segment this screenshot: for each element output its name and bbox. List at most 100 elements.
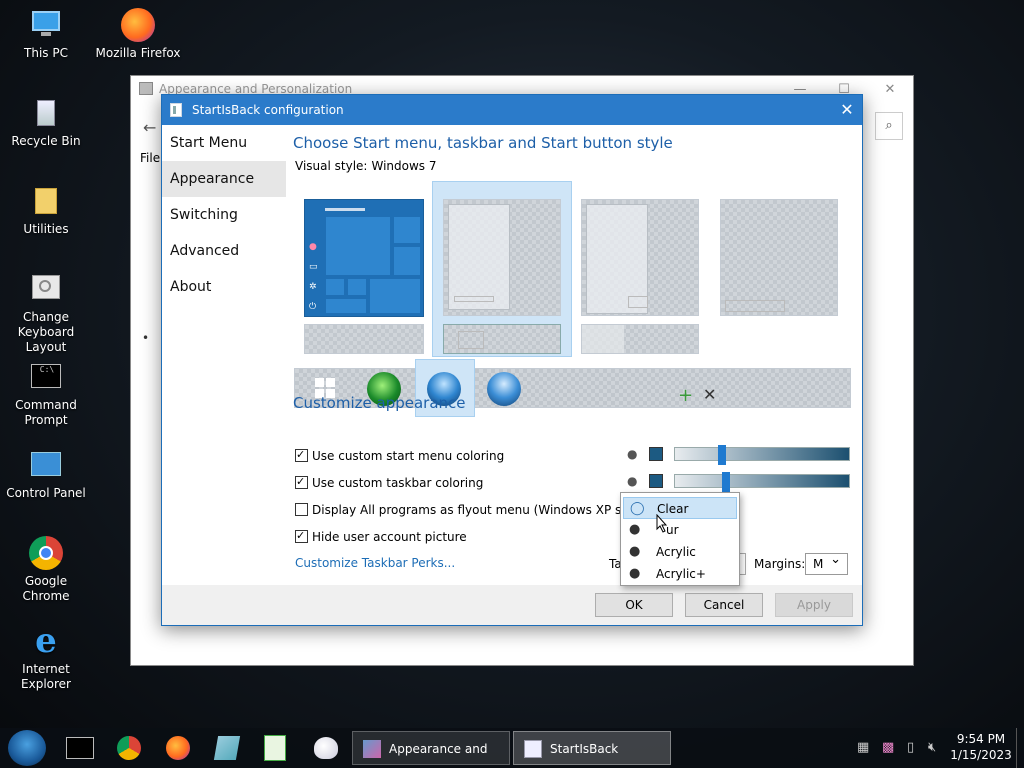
add-icon[interactable]: + <box>678 385 693 406</box>
dialog-nav: Start Menu Appearance Switching Advanced… <box>162 125 286 585</box>
style-heading: Choose Start menu, taskbar and Start but… <box>293 134 673 152</box>
dialog-button-bar: OK Cancel Apply <box>162 585 862 625</box>
taskbar-notepad-icon[interactable] <box>213 736 241 760</box>
start-button[interactable] <box>8 730 46 766</box>
nav-start-menu[interactable]: Start Menu <box>162 125 286 161</box>
desktop-icon-google-chrome[interactable]: Google Chrome <box>0 536 92 604</box>
custom-start-menu-coloring-checkbox[interactable]: Use custom start menu coloring <box>295 448 504 465</box>
firefox-icon <box>121 8 155 42</box>
visual-style: Visual style: Windows 7 <box>295 159 437 173</box>
style-thumb-windows7[interactable] <box>443 199 561 316</box>
nav-switching[interactable]: Switching <box>162 197 286 233</box>
network-tray-icon[interactable]: ▦ <box>857 740 869 755</box>
drop-outline-icon: ◯ <box>630 501 645 516</box>
taskbar-chrome-icon[interactable] <box>117 736 141 760</box>
dialog-title-bar: StartIsBack configuration ✕ <box>162 95 862 125</box>
taskbar-opacity-thumb[interactable] <box>722 472 730 492</box>
flyout-all-programs-checkbox[interactable]: Display All programs as flyout menu (Win… <box>295 503 648 519</box>
taskbar-firefox-icon[interactable] <box>166 736 190 760</box>
taskbar-style-3[interactable] <box>581 324 699 354</box>
taskbar-style-1[interactable] <box>304 324 424 354</box>
taskbar-task-appearance[interactable]: Appearance and Pe... <box>352 731 510 765</box>
folder-icon <box>29 184 63 218</box>
taskbar: Appearance and Pe... StartIsBack configu… <box>0 728 1024 768</box>
taskbar-spreadsheet-icon[interactable] <box>264 735 286 761</box>
dialog-title: StartIsBack configuration <box>192 103 344 117</box>
style-thumb-windows10[interactable]: ● ▭ ✲ ⏻ <box>304 199 424 317</box>
usb-tray-icon[interactable]: ▯ <box>907 740 914 755</box>
back-arrow-icon[interactable]: ← <box>143 118 156 137</box>
file-menu[interactable]: File <box>140 151 160 165</box>
customize-heading: Customize appearance <box>293 394 466 412</box>
desktop-icon-utilities[interactable]: Utilities <box>0 184 92 237</box>
menu-item-blur[interactable]: ● ur <box>623 519 737 541</box>
start-menu-opacity-thumb[interactable] <box>718 445 726 465</box>
user-icon: ● <box>309 242 317 252</box>
search-icon[interactable]: ⌕ <box>875 112 903 140</box>
dialog-close-button[interactable]: ✕ <box>832 95 862 125</box>
taskbar-paint-icon[interactable] <box>314 737 338 759</box>
show-desktop-button[interactable] <box>1016 728 1024 768</box>
desktop-icon-command-prompt[interactable]: C:\ Command Prompt <box>0 360 92 428</box>
checkbox-box[interactable] <box>295 529 308 543</box>
checkbox-box[interactable] <box>295 475 308 489</box>
drop-filled-icon: ● <box>629 544 641 559</box>
customize-taskbar-perks-link[interactable]: Customize Taskbar Perks... <box>295 556 455 570</box>
menu-item-acrylic-plus[interactable]: ● Acrylic+ <box>623 563 737 585</box>
color-tray-icon[interactable]: ▩ <box>882 740 894 755</box>
start-menu-opacity-slider[interactable] <box>674 445 850 465</box>
taskbar-transparency-icon[interactable]: ● <box>627 474 637 488</box>
desktop-icon-internet-explorer[interactable]: e Internet Explorer <box>0 624 92 692</box>
gear-icon: ✲ <box>309 282 317 292</box>
nav-advanced[interactable]: Advanced <box>162 233 286 269</box>
drop-filled-icon: ● <box>629 522 641 537</box>
nav-appearance[interactable]: Appearance <box>162 161 286 197</box>
windows-orb-start-button[interactable] <box>487 372 521 406</box>
taskbar-task-startisback[interactable]: StartIsBack configu... <box>513 731 671 765</box>
taskbar-command-prompt-icon[interactable] <box>66 737 94 759</box>
startisback-icon <box>170 103 182 117</box>
menu-item-clear[interactable]: ◯ Clear <box>623 497 737 519</box>
nav-about[interactable]: About <box>162 269 286 305</box>
chrome-icon <box>29 536 63 570</box>
taskbar-opacity-slider[interactable] <box>674 472 850 492</box>
hide-user-picture-checkbox[interactable]: Hide user account picture <box>295 529 467 546</box>
keyboard-layout-icon <box>29 272 63 306</box>
start-menu-transparency-icon[interactable]: ● <box>627 447 637 461</box>
startisback-icon <box>524 740 542 758</box>
desktop-icon-control-panel[interactable]: Control Panel <box>0 448 92 501</box>
startisback-dialog: StartIsBack configuration ✕ Start Menu A… <box>161 94 863 626</box>
checkbox-box[interactable] <box>295 448 308 462</box>
transparency-menu: ◯ Clear ● ur ● Acrylic ● Acrylic+ <box>620 492 740 586</box>
taskbar-color-swatch[interactable] <box>649 474 663 488</box>
menu-item-acrylic[interactable]: ● Acrylic <box>623 541 737 563</box>
mouse-cursor-icon <box>656 514 668 533</box>
apply-button[interactable]: Apply <box>775 593 853 617</box>
start-menu-color-swatch[interactable] <box>649 447 663 461</box>
appearance-icon <box>363 740 381 758</box>
recycle-bin-icon <box>29 96 63 130</box>
margins-select[interactable]: M <box>805 550 848 575</box>
remove-icon[interactable]: ✕ <box>703 385 716 404</box>
style-thumb-plain[interactable] <box>720 199 838 316</box>
style-thumb-windows-vista[interactable] <box>581 199 699 316</box>
taskbar-combo-edge[interactable] <box>740 553 746 575</box>
desktop-icon-change-keyboard-layout[interactable]: Change Keyboard Layout <box>0 272 92 355</box>
drop-filled-icon: ● <box>629 566 641 581</box>
desktop-icon-recycle-bin[interactable]: Recycle Bin <box>0 96 92 149</box>
clock[interactable]: 9:54 PM 1/15/2023 <box>950 731 1012 763</box>
desktop-icon-this-pc[interactable]: This PC <box>0 8 92 61</box>
custom-taskbar-coloring-checkbox[interactable]: Use custom taskbar coloring <box>295 475 483 492</box>
volume-muted-icon[interactable]: 🔇︎ <box>928 740 936 755</box>
power-icon: ⏻ <box>309 302 317 312</box>
checkbox-box[interactable] <box>295 503 308 516</box>
cancel-button[interactable]: Cancel <box>685 593 763 617</box>
ok-button[interactable]: OK <box>595 593 673 617</box>
desktop-icon-firefox[interactable]: Mozilla Firefox <box>92 8 184 61</box>
taskbar-style-2[interactable] <box>443 324 561 354</box>
command-prompt-icon: C:\ <box>29 360 63 394</box>
close-button[interactable]: ✕ <box>875 78 905 102</box>
margins-label: Margins: <box>754 557 806 571</box>
bullet: • <box>142 331 150 345</box>
folder-icon: ▭ <box>309 262 318 272</box>
